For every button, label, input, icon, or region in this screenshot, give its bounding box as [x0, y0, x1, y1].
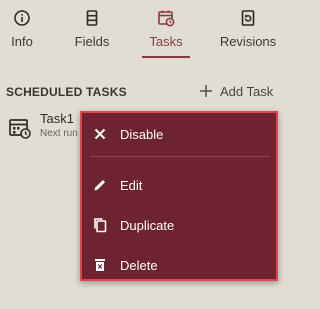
task-context-menu: Disable Edit Duplicate Delete [80, 111, 278, 281]
section-title: SCHEDULED TASKS [6, 85, 127, 99]
tab-fields-label: Fields [74, 34, 110, 49]
menu-item-duplicate[interactable]: Duplicate [82, 210, 276, 240]
task-name: Task1 [40, 111, 74, 126]
add-task-label: Add Task [220, 83, 274, 99]
duplicate-icon [94, 218, 107, 233]
tab-fields[interactable]: Fields [68, 0, 116, 58]
menu-item-delete[interactable]: Delete [82, 250, 276, 280]
scheduled-task-icon [9, 119, 31, 139]
tab-tasks-label: Tasks [149, 34, 183, 49]
menu-item-edit-label: Edit [120, 177, 143, 193]
menu-divider [90, 156, 270, 157]
fields-icon [86, 10, 98, 26]
tab-bar: Info Fields Tasks Revisions [0, 0, 286, 60]
trash-icon [95, 259, 105, 271]
tab-tasks[interactable]: Tasks [142, 0, 190, 58]
menu-item-duplicate-label: Duplicate [120, 217, 175, 233]
menu-item-delete-label: Delete [120, 257, 158, 273]
tab-revisions-label: Revisions [219, 34, 277, 49]
menu-item-edit[interactable]: Edit [82, 170, 276, 200]
pencil-icon [94, 180, 105, 191]
tab-info[interactable]: Info [2, 0, 42, 58]
menu-item-disable[interactable]: Disable [82, 119, 276, 149]
revisions-icon [241, 10, 255, 26]
tab-info-label: Info [11, 34, 33, 49]
tab-revisions[interactable]: Revisions [214, 0, 282, 58]
close-icon [94, 128, 106, 140]
task-next-run: Next run [40, 128, 78, 139]
tasks-icon [158, 10, 175, 27]
add-task-button[interactable]: Add Task [200, 81, 273, 101]
menu-item-disable-label: Disable [120, 126, 164, 142]
plus-icon [200, 85, 212, 97]
info-icon [14, 10, 30, 26]
task-row[interactable]: Task1 Next run [8, 110, 88, 144]
